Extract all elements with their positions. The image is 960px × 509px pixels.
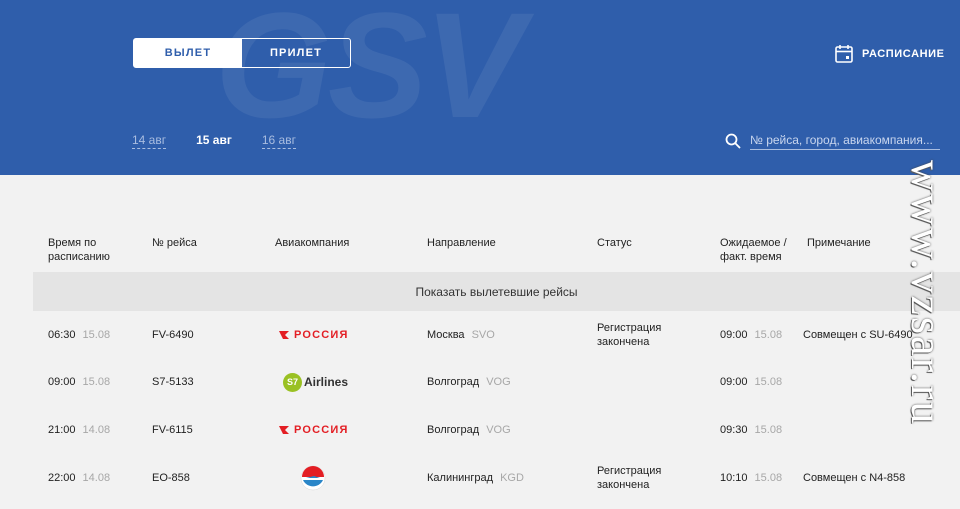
table-row[interactable]: 21:00 14.08 FV-6115 РОССИЯ Волгоград VOG 0… [0,407,960,453]
direction-cell: Волгоград VOG [427,424,511,436]
expected-cell: 09:00 15.08 [720,376,783,388]
col-status: Статус [597,237,632,249]
schedule-button[interactable]: РАСПИСАНИЕ [835,44,945,63]
s7-logo: S7 Airlines [283,372,348,392]
col-direction: Направление [427,237,496,249]
rossiya-logo: РОССИЯ [278,329,349,341]
sched-time-cell: 09:00 15.08 [48,376,111,388]
col-airline: Авиакомпания [275,237,350,249]
search-icon[interactable] [725,133,741,149]
airline-cell [300,455,326,501]
table-row[interactable]: 06:30 15.08 FV-6490 РОССИЯ Москва SVO Реги… [0,312,960,358]
expected-cell: 09:00 15.08 [720,329,783,341]
direction-cell: Москва SVO [427,329,495,341]
airline-cell: S7 Airlines [283,359,348,405]
expected-cell: 10:10 15.08 [720,472,783,484]
site-watermark: www.vzsar.ru [902,160,951,426]
airline-cell: РОССИЯ [278,407,349,453]
direction-cell: Калининград KGD [427,472,524,484]
date-selector: 14 авг 15 авг 16 авг [132,133,296,149]
tab-arrival[interactable]: ПРИЛЕТ [242,39,350,67]
col-flight-no: № рейса [152,237,197,249]
s7-circle-icon: S7 [283,372,302,392]
rossiya-logo: РОССИЯ [278,424,349,436]
flight-no-cell: EO-858 [152,472,190,484]
sched-time-cell: 22:00 14.08 [48,472,111,484]
sched-time-cell: 21:00 14.08 [48,424,111,436]
direction-toggle: ВЫЛЕТ ПРИЛЕТ [133,38,351,68]
col-expected: Ожидаемое / факт. время [720,237,787,263]
table-row[interactable]: 22:00 14.08 EO-858 Калининград KGD Регистр… [0,455,960,501]
tab-departure[interactable]: ВЫЛЕТ [134,39,242,67]
expected-cell: 09:30 15.08 [720,424,783,436]
note-cell: Совмещен с N4-858 [803,472,906,484]
schedule-label: РАСПИСАНИЕ [862,47,945,60]
date-16-aug[interactable]: 16 авг [261,133,296,149]
flight-no-cell: FV-6490 [152,329,194,341]
date-14-aug[interactable]: 14 авг [132,133,167,149]
direction-cell: Волгоград VOG [427,376,511,388]
brand-watermark: GSV [215,0,524,149]
airline-cell: РОССИЯ [278,312,349,358]
rossiya-wing-icon [279,426,289,434]
col-sched-time: Время по расписанию [48,237,110,263]
status-cell: Регистрация закончена [597,322,662,348]
rossiya-wing-icon [279,331,289,339]
table-row[interactable]: 09:00 15.08 S7-5133 S7 Airlines Волгоград… [0,359,960,405]
header-bar: GSV ВЫЛЕТ ПРИЛЕТ РАСПИСАНИЕ 14 авг 15 ав… [0,0,960,175]
status-cell: Регистрация закончена [597,465,662,491]
search-box [725,131,940,150]
col-note: Примечание [807,237,871,249]
search-input[interactable] [750,131,940,150]
calendar-icon [835,45,853,63]
sched-time-cell: 06:30 15.08 [48,329,111,341]
date-15-aug[interactable]: 15 авг [196,133,232,149]
ikar-logo [300,465,326,491]
flight-no-cell: S7-5133 [152,376,194,388]
show-departed-button[interactable]: Показать вылетевшие рейсы [33,272,960,311]
note-cell: Совмещен с SU-6490 [803,329,913,341]
flight-no-cell: FV-6115 [152,424,193,436]
